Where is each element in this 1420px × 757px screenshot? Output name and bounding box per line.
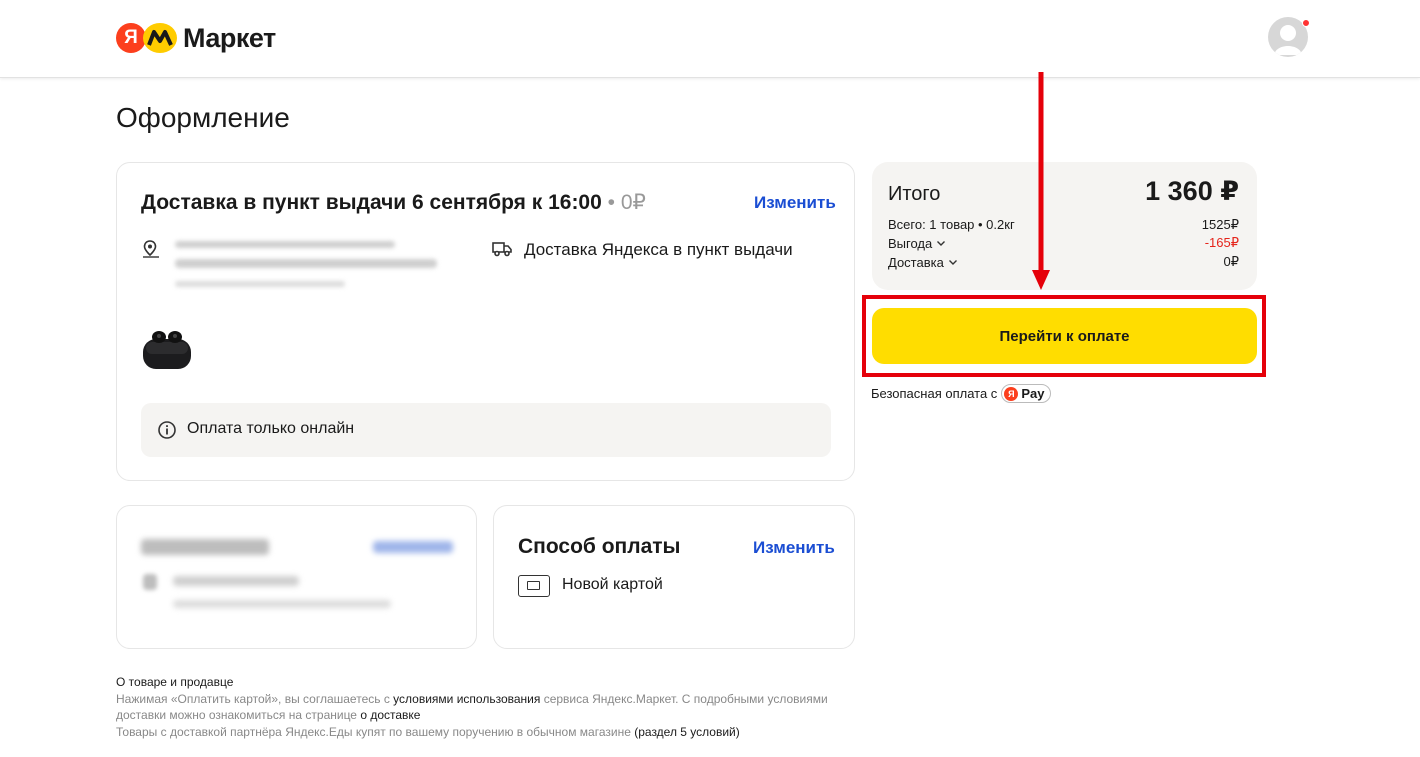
- info-icon: [158, 421, 176, 439]
- blurred-recipient-contact: [173, 600, 391, 608]
- terms-link[interactable]: условиями использования: [393, 692, 540, 706]
- summary-total: 1 360 ₽: [1145, 176, 1239, 206]
- change-payment-link[interactable]: Изменить: [753, 538, 835, 558]
- blurred-recipient-title: [141, 539, 269, 555]
- delivery-method: Доставка Яндекса в пункт выдачи: [524, 240, 793, 259]
- delivery-title: Доставка в пункт выдачи 6 сентября к 16:…: [141, 191, 646, 214]
- chevron-down-icon: [937, 241, 946, 246]
- notification-dot: [1302, 19, 1310, 27]
- earbuds-product-image[interactable]: [141, 323, 193, 375]
- separator: •: [607, 191, 615, 214]
- truck-icon: [492, 242, 512, 257]
- person-icon: [143, 574, 157, 590]
- chevron-down-icon: [948, 260, 957, 265]
- notice-text: Оплата только онлайн: [187, 420, 355, 437]
- summary-row-items: Всего: 1 товар • 0.2кг 1525₽: [888, 217, 1239, 232]
- page-title: Оформление: [116, 102, 290, 133]
- payment-method-card: Способ оплаты Изменить Новой картой: [493, 505, 855, 649]
- summary-row-delivery[interactable]: Доставка 0₽: [888, 254, 1239, 270]
- arrow-down-annotation: [1032, 72, 1050, 290]
- delivery-cost: 0₽: [620, 191, 646, 214]
- blurred-address: [175, 241, 395, 248]
- yandex-logo-icon: Я: [116, 23, 146, 53]
- header: Я Маркет: [0, 0, 1420, 78]
- yandex-pay-badge: Я Pay: [1001, 384, 1052, 403]
- payment-method-value: Новой картой: [562, 576, 663, 593]
- change-delivery-link[interactable]: Изменить: [754, 193, 836, 213]
- card-icon: [518, 575, 550, 597]
- recipient-card: [116, 505, 477, 649]
- terms-section-link[interactable]: (раздел 5 условий): [634, 725, 740, 739]
- summary-row-savings[interactable]: Выгода -165₽: [888, 235, 1239, 251]
- market-logo-icon: [143, 23, 177, 53]
- summary-title: Итого: [888, 183, 941, 205]
- yandex-pay-logo-icon: Я: [1004, 386, 1019, 401]
- safe-pay-note: Безопасная оплата с Я Pay: [871, 384, 1052, 403]
- online-payment-notice: Оплата только онлайн: [141, 403, 831, 457]
- terms-text: Нажимая «Оплатить картой», вы соглашаете…: [116, 691, 828, 723]
- order-summary: Итого 1 360 ₽ Всего: 1 товар • 0.2кг 152…: [872, 162, 1257, 290]
- delivery-card: Доставка в пункт выдачи 6 сентября к 16:…: [116, 162, 855, 481]
- blurred-address: [175, 259, 437, 268]
- location-pin-icon: [143, 240, 159, 258]
- payment-title: Способ оплаты: [518, 535, 681, 558]
- delivery-info-link[interactable]: о доставке: [360, 708, 420, 722]
- about-product-link[interactable]: О товаре и продавце: [116, 674, 856, 691]
- proceed-to-payment-button[interactable]: Перейти к оплате: [872, 308, 1257, 364]
- blurred-change-link[interactable]: [373, 541, 453, 553]
- blurred-hours: [175, 281, 345, 287]
- market-logo[interactable]: Я Маркет: [116, 22, 276, 54]
- footer-legal: О товаре и продавце Нажимая «Оплатить ка…: [116, 674, 856, 740]
- partner-text: Товары с доставкой партнёра Яндекс.Еды к…: [116, 724, 740, 739]
- blurred-recipient-name: [173, 576, 299, 586]
- logo-text: Маркет: [183, 22, 276, 53]
